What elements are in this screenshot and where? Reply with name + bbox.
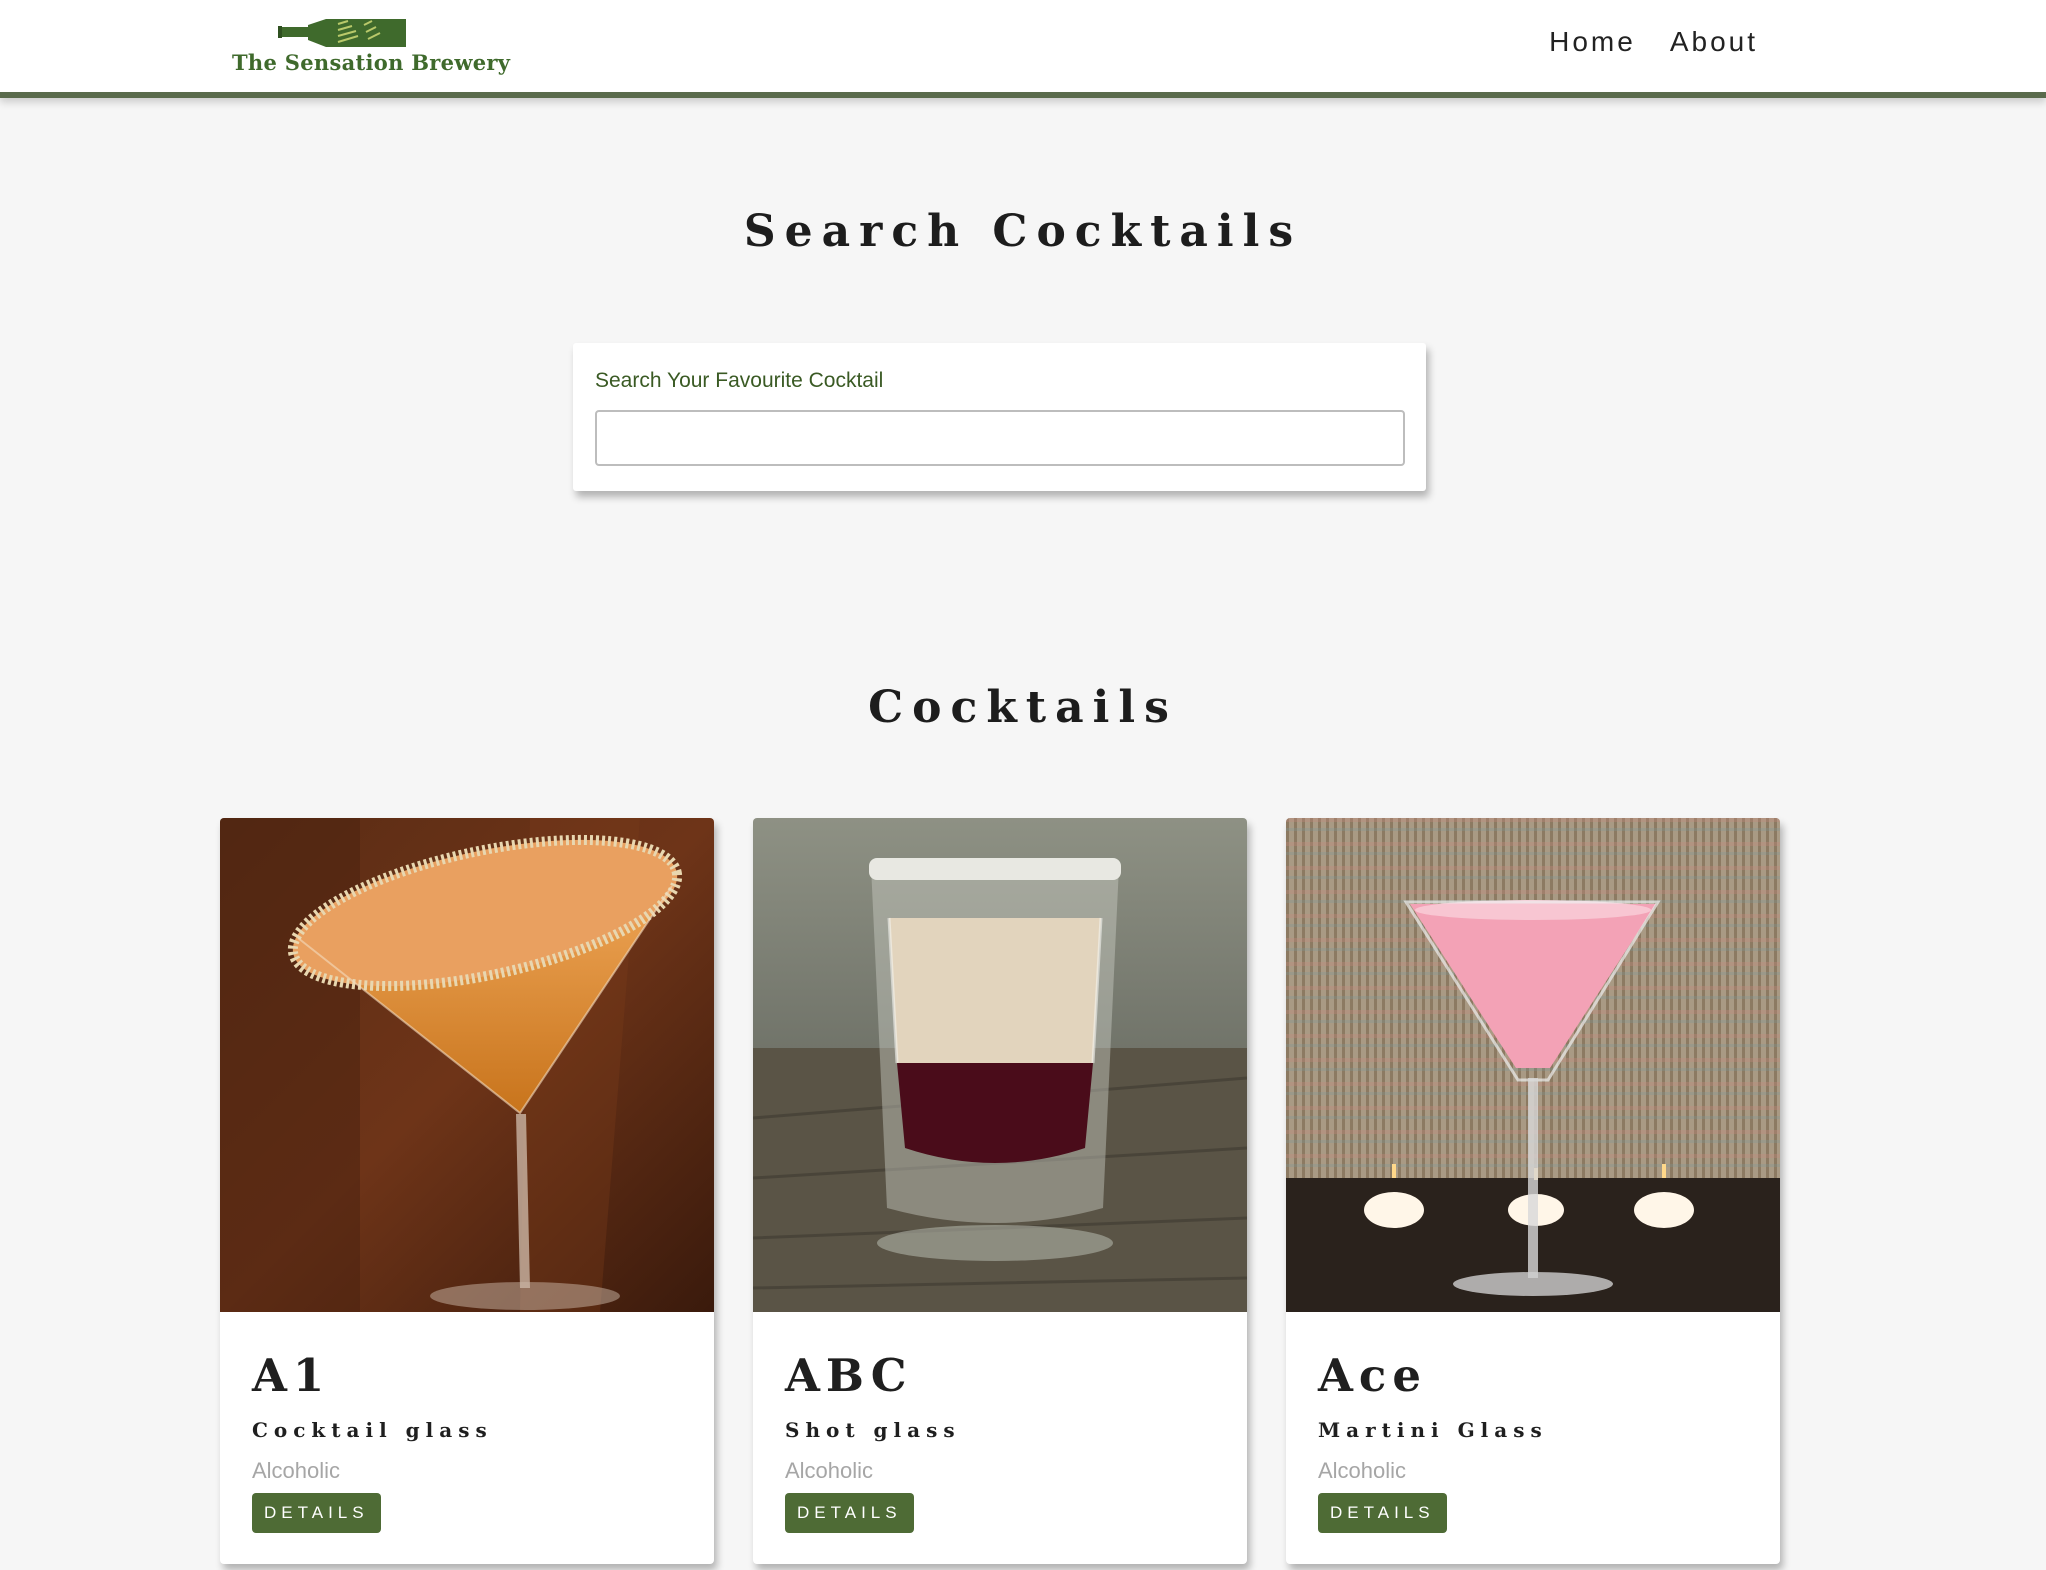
nav-link-about[interactable]: About: [1670, 26, 1758, 58]
details-button[interactable]: DETAILS: [785, 1493, 914, 1533]
navbar: The Sensation Brewery Home About: [0, 0, 2046, 98]
cocktail-name: ABC: [785, 1349, 913, 1402]
cocktail-type: Alcoholic: [252, 1458, 341, 1483]
cocktail-type: Alcoholic: [1318, 1458, 1407, 1483]
cocktail-card: A1 Cocktail glass Alcoholic DETAILS: [220, 818, 714, 1564]
cocktail-glass: Shot glass: [785, 1418, 961, 1442]
brand-logo[interactable]: The Sensation Brewery: [230, 14, 510, 82]
details-button[interactable]: DETAILS: [1318, 1493, 1447, 1533]
search-form-card: Search Your Favourite Cocktail: [573, 343, 1426, 491]
nav-link-home[interactable]: Home: [1549, 26, 1636, 58]
cocktails-section-title: Cocktails: [868, 682, 1178, 733]
brand-logo-text: The Sensation Brewery: [232, 50, 511, 75]
layered-shot-image: [753, 818, 1247, 1312]
bottle-logo-icon: [278, 19, 406, 47]
cocktail-type: Alcoholic: [785, 1458, 874, 1483]
cocktail-name: A1: [252, 1349, 331, 1402]
details-button[interactable]: DETAILS: [252, 1493, 381, 1533]
cocktail-card: ABC Shot glass Alcoholic DETAILS: [753, 818, 1247, 1564]
cocktail-glass: Martini Glass: [1318, 1418, 1548, 1442]
search-input[interactable]: [595, 410, 1405, 466]
nav-links: Home About: [1549, 26, 1758, 58]
orange-martini-image: [220, 818, 714, 1312]
cocktail-name: Ace: [1318, 1349, 1427, 1402]
pink-martini-image: [1286, 818, 1780, 1312]
search-section-title: Search Cocktails: [743, 206, 1303, 257]
cocktail-image[interactable]: [1286, 818, 1780, 1312]
cocktail-card: Ace Martini Glass Alcoholic DETAILS: [1286, 818, 1780, 1564]
cocktail-image[interactable]: [220, 818, 714, 1312]
search-label: Search Your Favourite Cocktail: [595, 369, 884, 392]
cocktail-glass: Cocktail glass: [252, 1418, 493, 1442]
cocktail-image[interactable]: [753, 818, 1247, 1312]
